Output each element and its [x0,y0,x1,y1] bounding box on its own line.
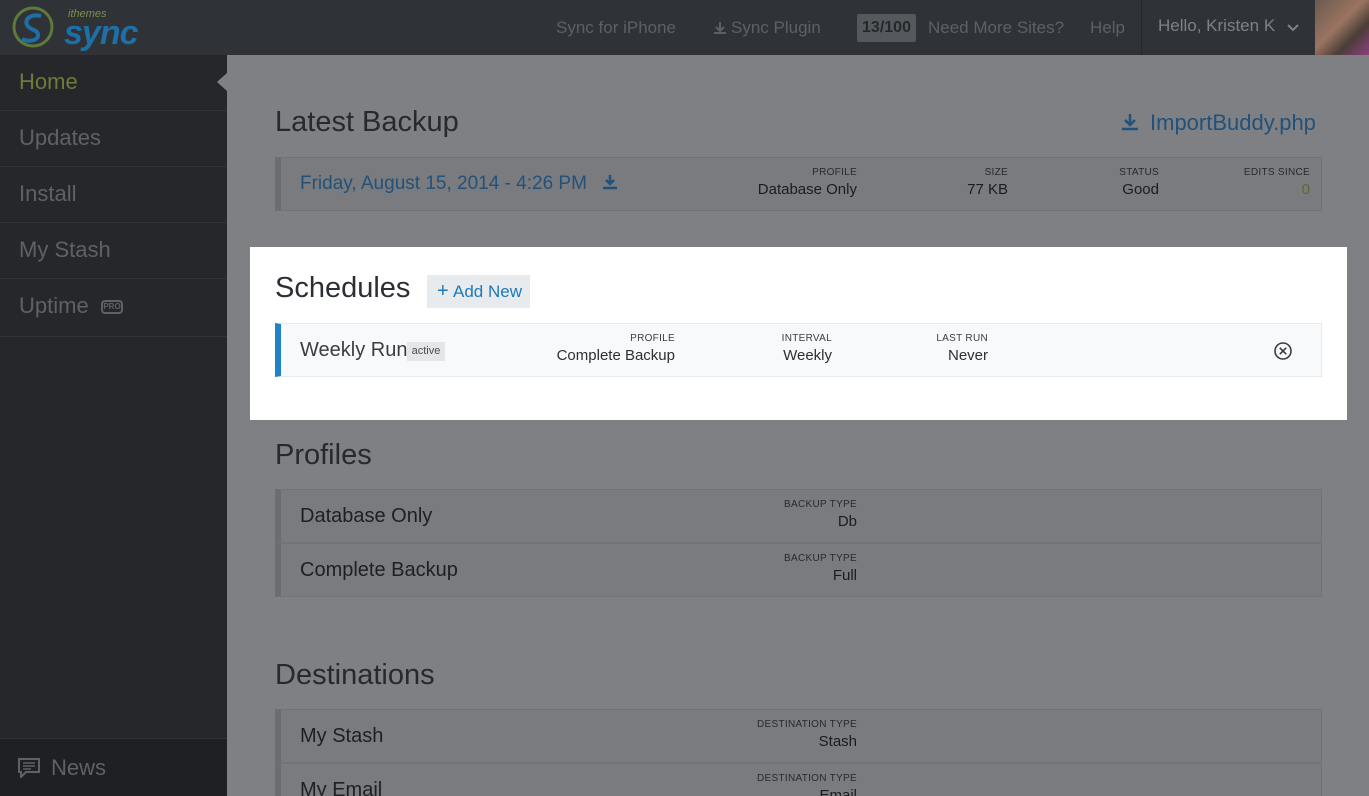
latest-backup-row: Friday, August 15, 2014 - 4:26 PM PROFIL… [275,157,1322,211]
destination-type-field: DESTINATION TYPE Stash [757,719,857,750]
profile-name: Database Only [300,505,433,527]
last-run-label: LAST RUN [936,333,988,344]
edits-since-field: EDITS SINCE 0 [1244,167,1310,198]
add-new-schedule-button[interactable]: + Add New [427,275,530,308]
status-badge: active [407,342,445,361]
status-value: Good [1122,181,1159,198]
sidebar: Home Updates Install My Stash Uptime PRO… [0,55,227,796]
sync-logo-icon [12,6,54,48]
destination-name: My Stash [300,725,384,747]
interval-value: Weekly [783,347,832,364]
plus-icon: + [437,280,449,302]
download-icon [714,22,726,34]
edits-since-label: EDITS SINCE [1243,167,1310,178]
site-count-badge: 13/100 [857,14,916,42]
schedules-panel: Schedules + Add New Weekly Run active PR… [250,247,1347,420]
sidebar-item-label: Updates [19,125,101,150]
schedule-last-run-field: LAST RUN Never [936,333,988,364]
logo-big-text: sync [64,14,138,52]
destination-name: My Email [300,779,383,796]
destination-type-field: DESTINATION TYPE Email [757,773,857,796]
profiles-title: Profiles [275,439,372,471]
last-run-value: Never [947,347,988,364]
need-more-sites-link[interactable]: Need More Sites? [928,17,1064,39]
avatar[interactable] [1315,0,1369,55]
schedule-name: Weekly Run [300,339,408,361]
destination-row[interactable]: My Email DESTINATION TYPE Email [275,763,1322,796]
sidebar-item-install[interactable]: Install [0,167,227,223]
backup-date: Friday, August 15, 2014 - 4:26 PM [300,173,587,194]
size-label: SIZE [984,167,1008,178]
sidebar-item-label: My Stash [19,237,111,262]
sync-plugin-label: Sync Plugin [731,18,821,37]
sidebar-item-label: Home [19,69,78,94]
status-label: STATUS [1119,167,1159,178]
close-circle-icon[interactable] [1273,341,1293,361]
user-menu[interactable]: Hello, Kristen K [1141,0,1315,55]
backup-type-value: Full [832,567,857,584]
sync-for-iphone-link[interactable]: Sync for iPhone [556,17,676,39]
destination-row[interactable]: My Stash DESTINATION TYPE Stash [275,709,1322,763]
interval-label: INTERVAL [781,333,832,344]
profile-value: Database Only [757,181,857,198]
profile-value: Complete Backup [556,347,675,364]
sidebar-item-uptime[interactable]: Uptime PRO [0,279,227,337]
backup-type-value: Db [837,513,857,530]
backup-type-field: BACKUP TYPE Full [784,553,857,584]
sidebar-item-news[interactable]: News [0,738,227,796]
sidebar-item-label: Uptime [19,293,89,318]
destination-type-label: DESTINATION TYPE [757,773,857,784]
backup-type-label: BACKUP TYPE [784,553,857,564]
active-indicator [217,73,227,91]
help-link[interactable]: Help [1090,17,1125,39]
destination-type-value: Email [819,787,857,796]
profile-row[interactable]: Complete Backup BACKUP TYPE Full [275,543,1322,597]
backup-type-label: BACKUP TYPE [784,499,857,510]
schedule-profile-field: PROFILE Complete Backup [557,333,675,364]
chevron-down-icon [1287,24,1299,32]
backup-date-link[interactable]: Friday, August 15, 2014 - 4:26 PM [300,173,618,195]
destinations-title: Destinations [275,659,435,691]
size-value: 77 KB [967,181,1008,198]
profile-label: PROFILE [630,333,675,344]
download-icon[interactable] [602,174,618,190]
edits-since-value: 0 [1301,181,1310,198]
size-field: SIZE 77 KB [967,167,1008,198]
sidebar-item-updates[interactable]: Updates [0,111,227,167]
download-icon [1122,114,1138,131]
profile-row[interactable]: Database Only BACKUP TYPE Db [275,489,1322,543]
sidebar-item-label: Install [19,181,77,206]
importbuddy-label: ImportBuddy.php [1150,110,1316,135]
schedule-row[interactable]: Weekly Run active PROFILE Complete Backu… [275,323,1322,377]
backup-type-field: BACKUP TYPE Db [784,499,857,530]
schedules-title: Schedules [275,272,411,304]
add-new-label: Add New [453,282,522,301]
destination-type-value: Stash [818,733,857,750]
destination-type-label: DESTINATION TYPE [757,719,857,730]
schedule-interval-field: INTERVAL Weekly [782,333,832,364]
chat-bubble-icon [18,758,40,778]
top-bar: ithemes sync Sync for iPhone Sync Plugin… [0,0,1369,55]
profile-label: PROFILE [812,167,857,178]
user-greeting: Hello, Kristen K [1158,16,1276,35]
latest-backup-title: Latest Backup [275,106,459,138]
ithemes-sync-logo[interactable]: ithemes sync [8,4,138,52]
pro-badge-icon: PRO [101,300,123,314]
profile-name: Complete Backup [300,559,458,581]
status-field: STATUS Good [1119,167,1159,198]
profile-field: PROFILE Database Only [758,167,857,198]
sidebar-item-my-stash[interactable]: My Stash [0,223,227,279]
sidebar-item-home[interactable]: Home [0,55,227,111]
sidebar-item-label: News [51,755,107,780]
